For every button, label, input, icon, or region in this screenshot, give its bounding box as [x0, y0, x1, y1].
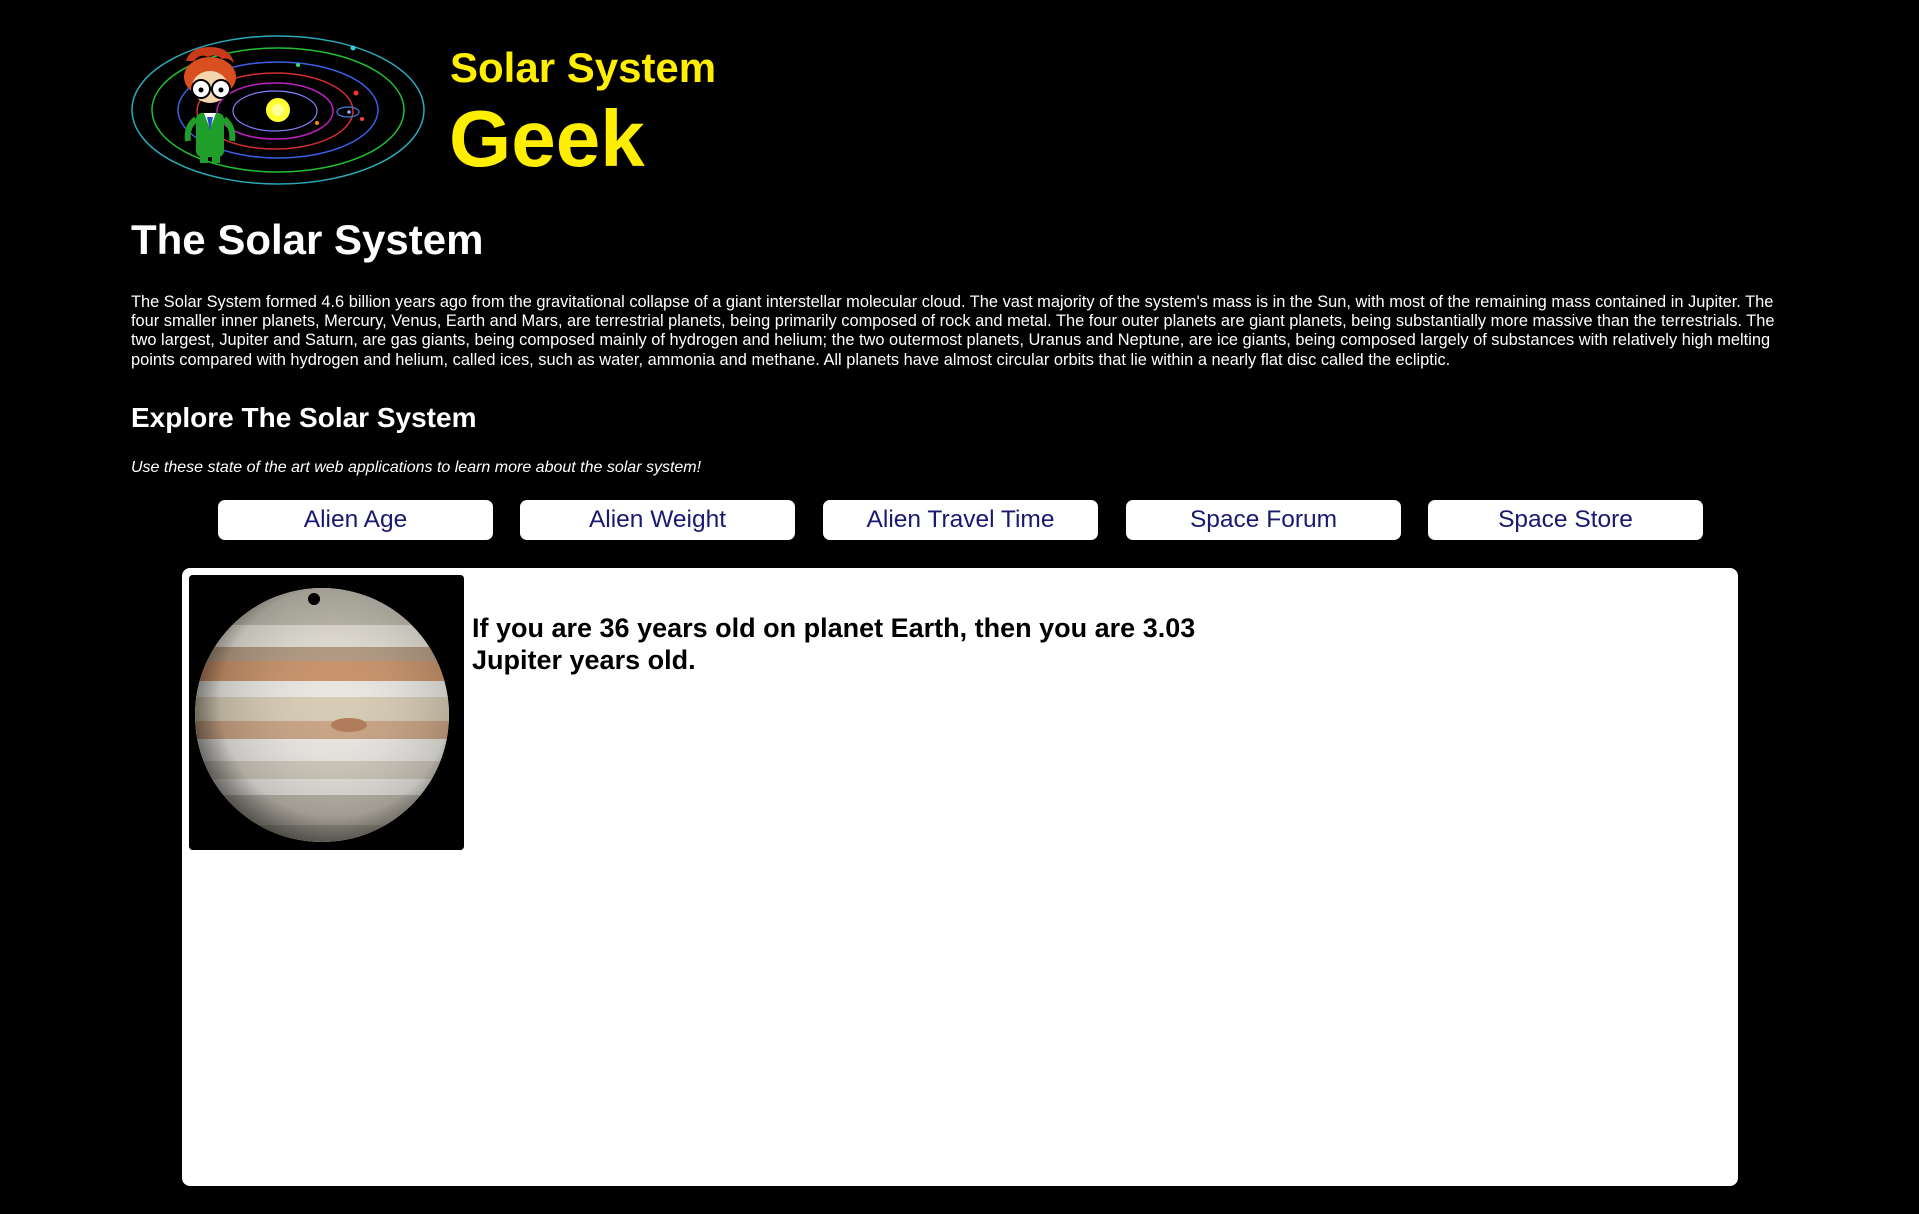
site-header: Solar System Geek — [130, 33, 750, 188]
site-title-line2: Geek — [449, 94, 645, 183]
app-nav: Alien Age Alien Weight Alien Travel Time… — [218, 500, 1703, 540]
space-forum-button[interactable]: Space Forum — [1126, 500, 1401, 540]
space-store-button[interactable]: Space Store — [1428, 500, 1703, 540]
alien-age-result: If you are 36 years old on planet Earth,… — [472, 613, 1196, 675]
solar-system-geek-logo-icon[interactable] — [130, 33, 426, 187]
explore-subtitle: Use these state of the art web applicati… — [131, 459, 702, 476]
intro-paragraph: The Solar System formed 4.6 billion year… — [131, 293, 1775, 369]
site-title-line1: Solar System — [450, 44, 717, 91]
result-panel: If you are 36 years old on planet Earth,… — [182, 568, 1738, 1186]
jupiter-image-icon — [189, 575, 464, 850]
page-title: The Solar System — [131, 216, 484, 263]
alien-age-button[interactable]: Alien Age — [218, 500, 493, 540]
explore-heading: Explore The Solar System — [131, 402, 477, 433]
alien-travel-time-button[interactable]: Alien Travel Time — [823, 500, 1098, 540]
alien-weight-button[interactable]: Alien Weight — [520, 500, 795, 540]
